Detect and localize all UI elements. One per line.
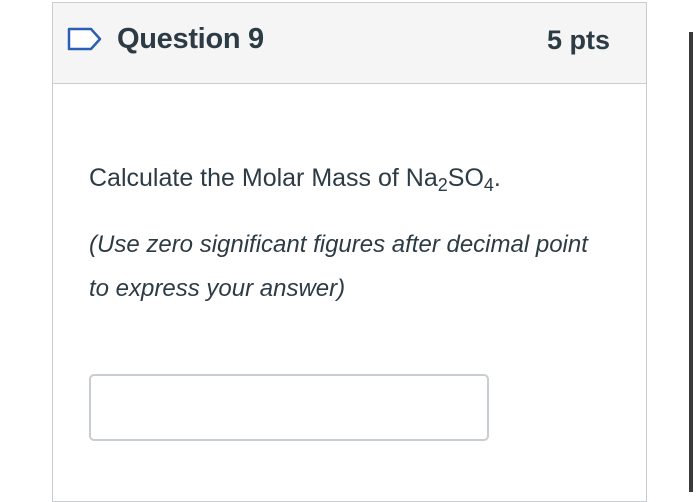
question-body: Calculate the Molar Mass of Na2SO4. (Use… [89,163,629,311]
answer-input[interactable] [89,374,489,441]
question-instruction: (Use zero significant figures after deci… [89,231,588,302]
question-points: 5 pts [546,25,610,55]
question-title: Question 9 [117,23,264,55]
formula-subscript-2: 4 [483,175,494,195]
scrollbar[interactable] [689,32,693,492]
question-header: Question 9 5 pts [53,3,646,84]
flag-icon[interactable] [67,27,103,51]
prompt-text: Calculate the Molar Mass of Na [89,164,438,192]
formula-end: . [493,164,501,192]
question-prompt: Calculate the Molar Mass of Na2SO4. [89,163,629,195]
question-card: Question 9 5 pts Calculate the Molar Mas… [52,2,647,502]
formula-mid: SO [447,164,484,192]
formula-subscript-1: 2 [437,175,448,195]
